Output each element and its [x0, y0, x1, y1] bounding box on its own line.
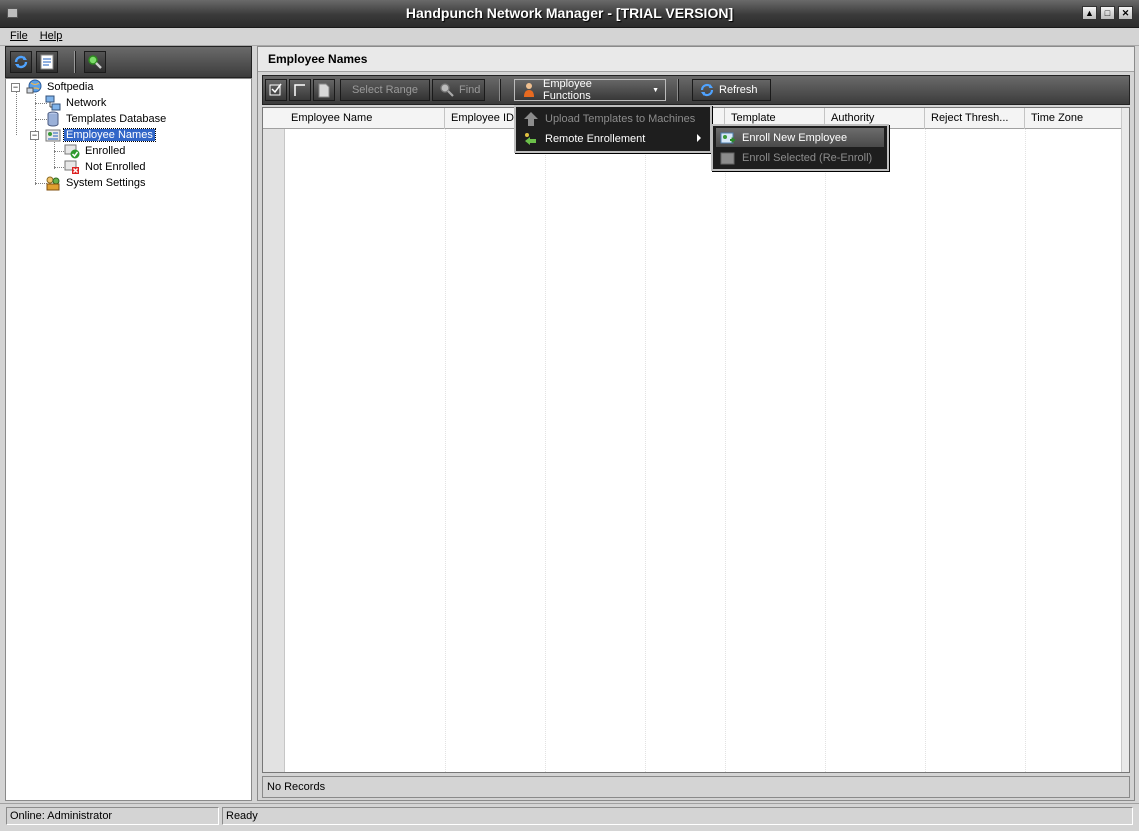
record-count: No Records [267, 781, 326, 793]
tree-label-softpedia: Softpedia [47, 81, 94, 93]
database-icon [47, 111, 59, 127]
tree-item-templates-database[interactable]: Templates Database [45, 111, 168, 127]
tree-label-not-enrolled: Not Enrolled [85, 161, 146, 173]
minimize-button[interactable]: ▲ [1082, 6, 1097, 20]
employee-functions-menu: Upload Templates to Machines Remote Enro… [514, 105, 712, 153]
refresh-button[interactable]: Refresh [692, 79, 771, 101]
column-employee-name[interactable]: Employee Name [285, 108, 445, 129]
tree-item-employee-names[interactable]: Employee Names [45, 128, 156, 142]
panel-title: Employee Names [268, 52, 368, 66]
status-state: Ready [222, 807, 1133, 825]
uncheck-all-button[interactable] [289, 79, 311, 101]
expander-softpedia[interactable]: − [11, 83, 20, 92]
refresh-icon [14, 55, 28, 69]
window-title: Handpunch Network Manager - [TRIAL VERSI… [405, 5, 734, 21]
tree-label-employee-names: Employee Names [63, 128, 156, 142]
menu-upload-templates[interactable]: Upload Templates to Machines [519, 109, 707, 128]
network-icon [45, 95, 61, 111]
search-icon [88, 55, 102, 69]
select-range-button[interactable]: Select Range [340, 79, 430, 101]
menu-remote-enrollment[interactable]: Remote Enrollement [519, 129, 707, 148]
tree-item-softpedia[interactable]: Softpedia [26, 79, 95, 94]
menu-bar: File Help [0, 28, 1139, 46]
tree-label-network: Network [66, 97, 107, 109]
toolbar-separator [499, 79, 501, 101]
corner-icon [294, 84, 305, 96]
grid-footer: No Records [262, 776, 1130, 798]
search-button[interactable] [84, 51, 106, 73]
employee-icon [524, 83, 534, 97]
left-toolbar [5, 46, 252, 78]
expander-employee-names[interactable]: − [30, 131, 39, 140]
remote-enrollment-submenu: Enroll New Employee Enroll Selected (Re-… [711, 124, 889, 171]
checkbox-icon [269, 83, 282, 96]
panel-header: Employee Names [258, 47, 1134, 72]
menu-help[interactable]: Help [40, 30, 63, 45]
find-button[interactable]: Find [432, 79, 485, 101]
refresh-label: Refresh [719, 84, 758, 96]
status-bar: Online: Administrator Ready [0, 803, 1139, 831]
employee-functions-button[interactable]: Employee Functions ▼ [514, 78, 666, 102]
not-enrolled-x-icon [64, 160, 79, 174]
menu-enroll-new-label: Enroll New Employee [742, 131, 848, 144]
tree-label-templates-database: Templates Database [66, 113, 167, 125]
find-label: Find [459, 84, 481, 96]
column-reject-threshold[interactable]: Reject Thresh... [925, 108, 1025, 129]
title-bar[interactable]: Handpunch Network Manager - [TRIAL VERSI… [0, 0, 1139, 28]
close-button[interactable]: ✕ [1118, 6, 1133, 20]
document-icon [40, 54, 54, 70]
globe-computer-icon [26, 79, 42, 94]
navigation-tree: − Softpedia Network Templates Database − [5, 78, 252, 801]
tree-label-system-settings: System Settings [66, 177, 146, 189]
tree-item-system-settings[interactable]: System Settings [45, 176, 147, 191]
tree-item-not-enrolled[interactable]: Not Enrolled [64, 160, 148, 174]
page-icon [318, 83, 330, 98]
enroll-selected-icon [720, 152, 735, 164]
maximize-button[interactable]: □ [1100, 6, 1115, 20]
row-indicator-column [263, 108, 285, 772]
check-all-button[interactable] [265, 79, 287, 101]
column-time-zone[interactable]: Time Zone [1025, 108, 1123, 129]
menu-remote-enrollment-label: Remote Enrollement [545, 132, 646, 145]
settings-users-icon [46, 176, 60, 191]
report-button[interactable] [36, 51, 58, 73]
refresh-icon [700, 83, 714, 97]
main-panel: Employee Names Select Range Find Employe… [257, 46, 1135, 801]
grid-toolbar: Select Range Find Employee Functions ▼ R… [262, 75, 1130, 105]
toolbar-separator [74, 51, 76, 73]
upload-arrow-icon [524, 111, 538, 126]
menu-enroll-selected[interactable]: Enroll Selected (Re-Enroll) [716, 148, 884, 167]
grid-scrollbar[interactable] [1121, 108, 1129, 772]
dropdown-arrow-icon: ▼ [652, 86, 659, 94]
menu-enroll-selected-label: Enroll Selected (Re-Enroll) [742, 151, 873, 164]
refresh-tree-button[interactable] [10, 51, 32, 73]
magnifier-icon [440, 83, 454, 97]
employee-grid[interactable]: Employee Name Employee ID Template Autho… [262, 107, 1130, 773]
menu-upload-templates-label: Upload Templates to Machines [545, 112, 696, 125]
tree-item-enrolled[interactable]: Enrolled [64, 144, 127, 159]
enrolled-check-icon [64, 144, 80, 159]
enroll-new-icon [720, 132, 735, 143]
toolbar-separator [677, 79, 679, 101]
menu-file[interactable]: File [10, 30, 28, 45]
tree-label-enrolled: Enrolled [85, 145, 126, 157]
status-online: Online: Administrator [6, 807, 219, 825]
tree-item-network[interactable]: Network [45, 95, 108, 111]
submenu-arrow-icon [697, 134, 701, 142]
menu-enroll-new-employee[interactable]: Enroll New Employee [716, 128, 884, 147]
remote-enroll-icon [525, 132, 536, 145]
employee-functions-label: Employee Functions [543, 78, 592, 102]
page-button[interactable] [313, 79, 335, 101]
employee-list-icon [45, 129, 61, 142]
